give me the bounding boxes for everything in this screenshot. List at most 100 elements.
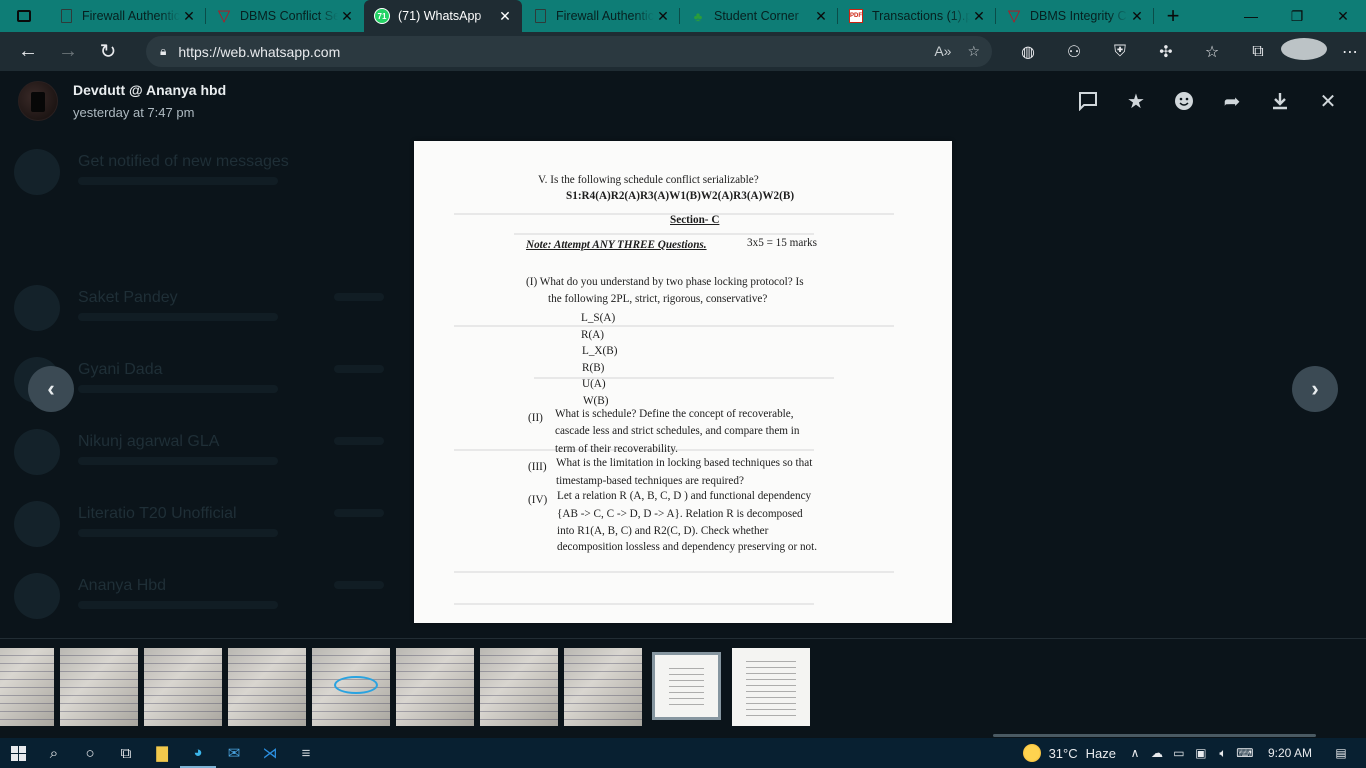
add-favorite-icon[interactable]: ☆	[967, 43, 980, 60]
refresh-icon[interactable]: ↻	[88, 32, 128, 71]
tab-title: DBMS Conflict Se	[240, 9, 338, 23]
chevron-up-icon[interactable]: ∧	[1124, 746, 1146, 760]
close-tab-icon[interactable]: ✕	[1128, 8, 1146, 25]
notifications-icon[interactable]: ▤	[1330, 746, 1352, 760]
media-thumbnail[interactable]	[564, 648, 642, 726]
edge-browser-icon[interactable]: ◕	[180, 738, 216, 768]
tab-dbms-conflict[interactable]: ▽ DBMS Conflict Se ✕	[206, 0, 364, 32]
cortana-icon[interactable]: ○	[72, 738, 108, 768]
document-icon	[58, 8, 74, 24]
q5-schedule: S1:R4(A)R2(A)R3(A)W1(B)W2(A)R3(A)W2(B)	[566, 190, 795, 202]
media-thumbnail-strip	[0, 638, 1366, 738]
forward-icon[interactable]: ➦	[1218, 87, 1246, 115]
vscode-icon[interactable]: ⋊	[252, 738, 288, 768]
extension-game-icon[interactable]: ⚇	[1051, 42, 1097, 62]
media-thumbnail[interactable]	[60, 648, 138, 726]
tab-transactions-pdf[interactable]: PDF Transactions (1).p ✕	[838, 0, 996, 32]
profile-avatar[interactable]	[1281, 38, 1327, 65]
q4-line: {AB -> C, C -> D, D -> A}. Relation R is…	[557, 508, 803, 520]
media-thumbnail[interactable]	[228, 648, 306, 726]
read-aloud-icon[interactable]: A»	[934, 43, 951, 60]
onedrive-icon[interactable]: ☁	[1146, 746, 1168, 760]
start-button[interactable]	[0, 738, 36, 768]
browser-toolbar: ← → ↻ 🔒︎ https://web.whatsapp.com A» ☆ ◍…	[0, 32, 1366, 71]
previous-media-button[interactable]: ‹	[28, 366, 74, 412]
close-tab-icon[interactable]: ✕	[812, 8, 830, 25]
globe-icon[interactable]: ◍	[1005, 42, 1051, 62]
tab-firewall-authentic-1[interactable]: Firewall Authentic ✕	[48, 0, 206, 32]
extensions-icon[interactable]: ✣	[1143, 42, 1189, 62]
keyboard-icon[interactable]: ⌨	[1234, 746, 1256, 760]
sender-name[interactable]: Devdutt @ Ananya hbd	[73, 82, 226, 98]
close-tab-icon[interactable]: ✕	[338, 8, 356, 25]
close-tab-icon[interactable]: ✕	[654, 8, 672, 25]
shield-extension-icon[interactable]: ⛨	[1097, 43, 1143, 61]
temperature-text[interactable]: 31°C	[1049, 746, 1078, 761]
close-tab-icon[interactable]: ✕	[496, 8, 514, 25]
collections-icon[interactable]: ⧉	[1235, 43, 1281, 61]
q4-line: into R1(A, B, C) and R2(C, D). Check whe…	[557, 525, 769, 537]
q4-line: decomposition lossless and dependency pr…	[557, 541, 818, 553]
close-tab-icon[interactable]: ✕	[970, 8, 988, 25]
address-bar[interactable]: 🔒︎ https://web.whatsapp.com A» ☆	[146, 36, 992, 67]
react-emoji-icon[interactable]	[1170, 87, 1198, 115]
new-tab-button[interactable]: +	[1158, 3, 1188, 29]
task-view-icon[interactable]: ⧉	[108, 738, 144, 768]
media-thumbnail[interactable]	[312, 648, 390, 726]
background-chat-row: Get notified of new messages	[14, 141, 414, 201]
battery-icon[interactable]: ▭	[1168, 746, 1190, 760]
message-timestamp: yesterday at 7:47 pm	[73, 105, 195, 120]
q3-line: What is the limitation in locking based …	[556, 457, 813, 469]
go-to-message-icon[interactable]	[1074, 87, 1102, 115]
section-heading: Section- C	[670, 214, 720, 226]
minimize-icon[interactable]: —	[1228, 8, 1274, 25]
clock-time[interactable]: 9:20 AM	[1268, 746, 1312, 760]
close-window-icon[interactable]: ✕	[1320, 8, 1366, 25]
op-item: U(A)	[582, 378, 606, 390]
op-item: L_X(B)	[582, 345, 618, 357]
q4-line: Let a relation R (A, B, C, D ) and funct…	[557, 490, 812, 502]
media-viewer-header: Devdutt @ Ananya hbd yesterday at 7:47 p…	[0, 71, 1366, 131]
media-thumbnail-selected[interactable]	[652, 652, 721, 720]
close-tab-icon[interactable]: ✕	[180, 8, 198, 25]
star-icon[interactable]: ★	[1122, 87, 1150, 115]
network-icon[interactable]: ▣	[1190, 746, 1212, 760]
q1-line1: (I) What do you understand by two phase …	[526, 276, 804, 288]
lock-icon: 🔒︎	[160, 44, 167, 58]
op-item: R(A)	[581, 329, 604, 341]
sender-avatar[interactable]	[18, 81, 58, 121]
q2-line: term of their recoverability.	[555, 443, 678, 455]
media-thumbnail[interactable]	[144, 648, 222, 726]
media-thumbnail[interactable]	[396, 648, 474, 726]
tab-firewall-authentic-2[interactable]: Firewall Authentic ✕	[522, 0, 680, 32]
forward-icon[interactable]: →	[48, 32, 88, 71]
media-thumbnail[interactable]	[732, 648, 810, 726]
note-text: Note: Attempt ANY THREE Questions.	[526, 239, 707, 251]
next-media-button[interactable]: ›	[1292, 366, 1338, 412]
weather-sun-icon	[1022, 744, 1041, 762]
favorites-icon[interactable]: ☆	[1189, 42, 1235, 62]
more-menu-icon[interactable]: ⋯	[1327, 42, 1366, 62]
tab-title: (71) WhatsApp	[398, 9, 482, 23]
app-icon[interactable]: ≡	[288, 738, 324, 768]
op-item: W(B)	[583, 395, 609, 407]
thumbnail-scrollbar[interactable]	[993, 734, 1316, 737]
media-thumbnail[interactable]	[0, 648, 54, 726]
weather-text[interactable]: Haze	[1086, 746, 1116, 761]
file-explorer-icon[interactable]: ▇	[144, 738, 180, 768]
q2-number: (II)	[528, 412, 543, 424]
close-viewer-icon[interactable]: ✕	[1314, 87, 1342, 115]
mail-icon[interactable]: ✉	[216, 738, 252, 768]
tab-actions-button[interactable]	[0, 0, 48, 32]
op-item: L_S(A)	[581, 312, 616, 324]
tab-title: Transactions (1).p	[872, 9, 970, 23]
search-icon[interactable]: ⌕	[36, 738, 72, 768]
volume-icon[interactable]: 🔈︎	[1212, 746, 1234, 761]
media-thumbnail[interactable]	[480, 648, 558, 726]
tab-whatsapp[interactable]: 71 (71) WhatsApp ✕	[364, 0, 522, 32]
tab-dbms-integrity[interactable]: ▽ DBMS Integrity C ✕	[996, 0, 1154, 32]
tab-student-corner[interactable]: ♣ Student Corner ✕	[680, 0, 838, 32]
download-icon[interactable]	[1266, 87, 1294, 115]
restore-icon[interactable]: ❐	[1274, 8, 1320, 25]
back-icon[interactable]: ←	[8, 32, 48, 71]
